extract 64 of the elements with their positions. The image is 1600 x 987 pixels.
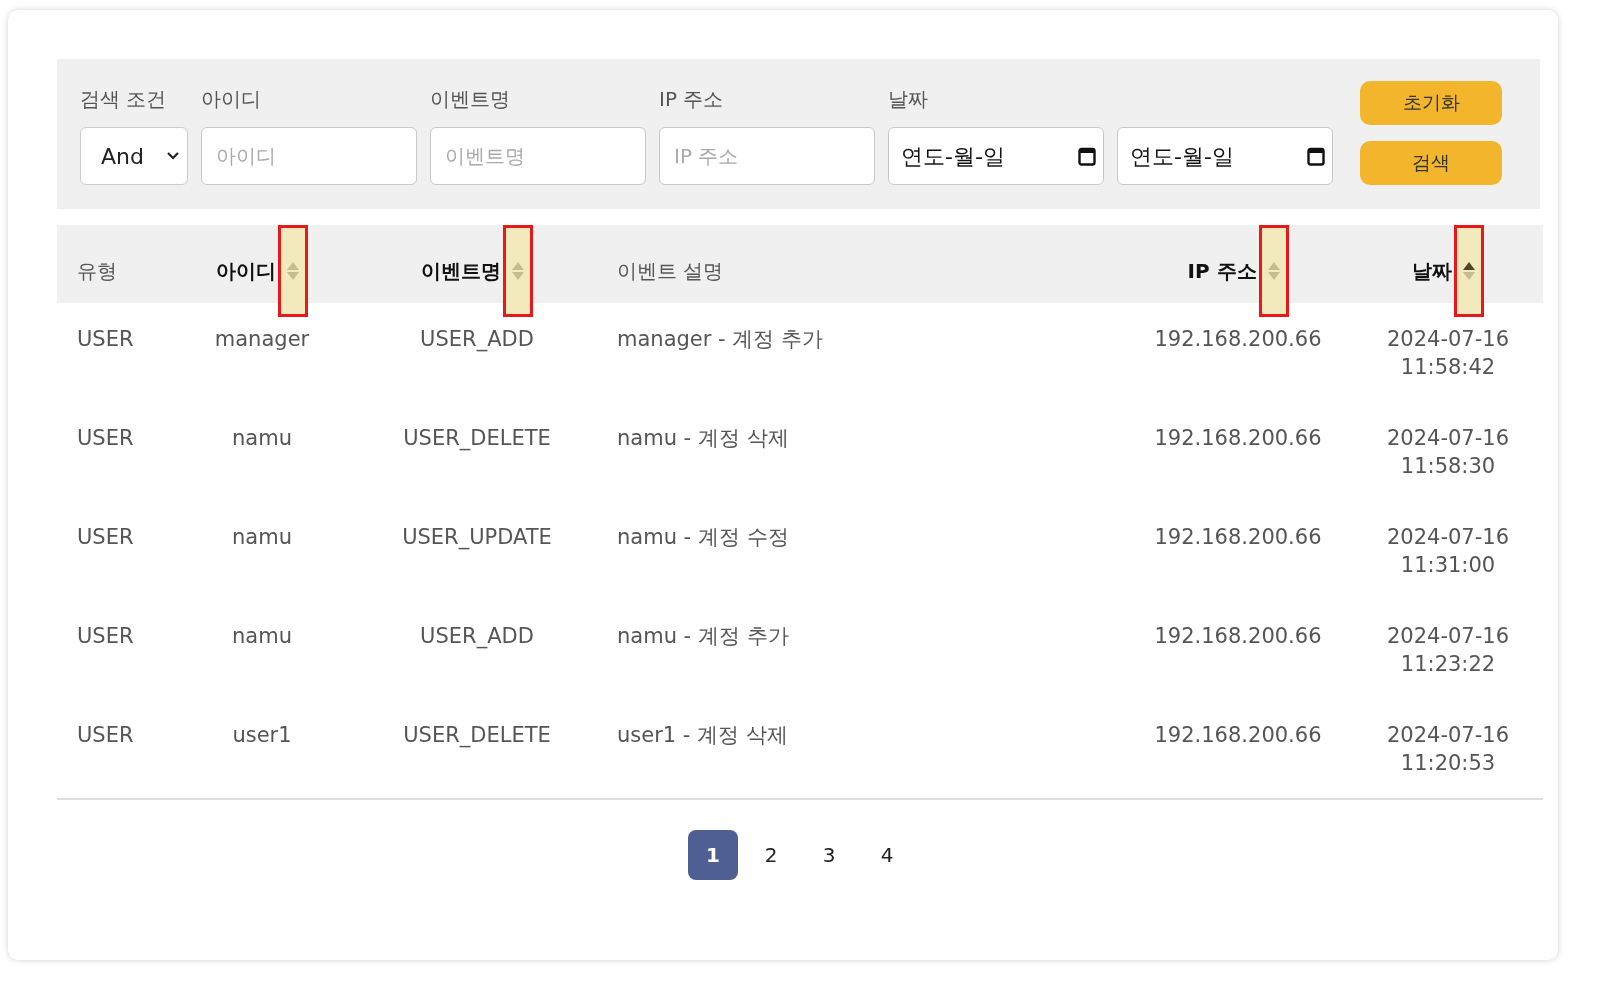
field-label: 이벤트명 — [430, 86, 511, 112]
table-cell: USER — [77, 624, 134, 648]
table-cell: USER_UPDATE — [402, 525, 552, 549]
text-field[interactable]: 아이디 — [201, 127, 417, 185]
sort-arrows-icon — [285, 260, 301, 282]
table-cell: USER_DELETE — [403, 723, 551, 747]
date-field[interactable]: 연도-월-일 — [888, 127, 1104, 185]
calendar-icon — [1307, 146, 1325, 166]
table-cell-text: 2024-07-16 11:58:42 — [1385, 326, 1510, 381]
table-cell: namu — [232, 426, 292, 450]
page-button[interactable]: 4 — [862, 830, 912, 880]
table-cell: namu - 계정 수정 — [617, 525, 789, 549]
column-header: 이벤트 설명 — [617, 257, 724, 285]
search-button[interactable]: 검색 — [1360, 141, 1502, 185]
table-cell: namu - 계정 삭제 — [617, 426, 789, 450]
chevron-down-icon — [167, 152, 179, 160]
table-cell: user1 - 계정 삭제 — [617, 723, 788, 747]
table-cell: 192.168.200.66 — [1154, 426, 1322, 450]
field-label: 검색 조건 — [80, 86, 168, 112]
sort-button[interactable] — [278, 225, 308, 317]
table-cell: namu — [232, 624, 292, 648]
table-cell: user1 — [232, 723, 292, 747]
table-cell: USER — [77, 327, 134, 351]
table-cell: 192.168.200.66 — [1154, 624, 1322, 648]
table-cell: namu — [232, 525, 292, 549]
table-cell-text: 2024-07-16 11:31:00 — [1385, 524, 1510, 579]
page-button[interactable]: 3 — [804, 830, 854, 880]
table-cell: USER_DELETE — [403, 426, 551, 450]
page-button[interactable]: 2 — [746, 830, 796, 880]
table-cell: USER — [77, 525, 134, 549]
table-cell: 192.168.200.66 — [1154, 525, 1322, 549]
column-header: 이벤트명 — [421, 257, 501, 285]
condition-select[interactable]: And — [80, 127, 188, 185]
date-field[interactable]: 연도-월-일 — [1117, 127, 1333, 185]
table-cell-text: 2024-07-16 11:23:22 — [1385, 623, 1510, 678]
field-label: 날짜 — [888, 86, 929, 112]
field-label: 아이디 — [201, 86, 262, 112]
sort-button[interactable] — [1454, 225, 1484, 317]
table-cell: manager - 계정 추가 — [617, 327, 823, 351]
table-cell: USER — [77, 426, 134, 450]
table-cell: 192.168.200.66 — [1154, 723, 1322, 747]
calendar-icon — [1078, 146, 1096, 166]
sort-arrows-icon — [1461, 260, 1477, 282]
column-header: 날짜 — [1412, 257, 1452, 285]
reset-button[interactable]: 초기화 — [1360, 81, 1502, 125]
table-cell-text: 2024-07-16 11:58:30 — [1385, 425, 1510, 480]
sort-arrows-icon — [1265, 260, 1282, 282]
sort-button[interactable] — [503, 225, 533, 317]
text-field[interactable]: IP 주소 — [659, 127, 875, 185]
table-cell: 192.168.200.66 — [1154, 327, 1322, 351]
sort-arrows-icon — [510, 260, 526, 282]
column-header: 아이디 — [216, 257, 276, 285]
table-cell: manager — [214, 327, 310, 351]
column-header: IP 주소 — [1187, 257, 1257, 285]
field-label: IP 주소 — [659, 86, 725, 112]
column-header: 유형 — [77, 257, 117, 285]
table-cell-text: 2024-07-16 11:20:53 — [1385, 722, 1510, 777]
sort-button[interactable] — [1258, 225, 1289, 317]
page-button[interactable]: 1 — [688, 830, 738, 880]
table-cell: USER_ADD — [420, 327, 534, 351]
table-cell: USER_ADD — [420, 624, 534, 648]
table-cell: USER — [77, 723, 134, 747]
table-cell: namu - 계정 추가 — [617, 624, 789, 648]
text-field[interactable]: 이벤트명 — [430, 127, 646, 185]
